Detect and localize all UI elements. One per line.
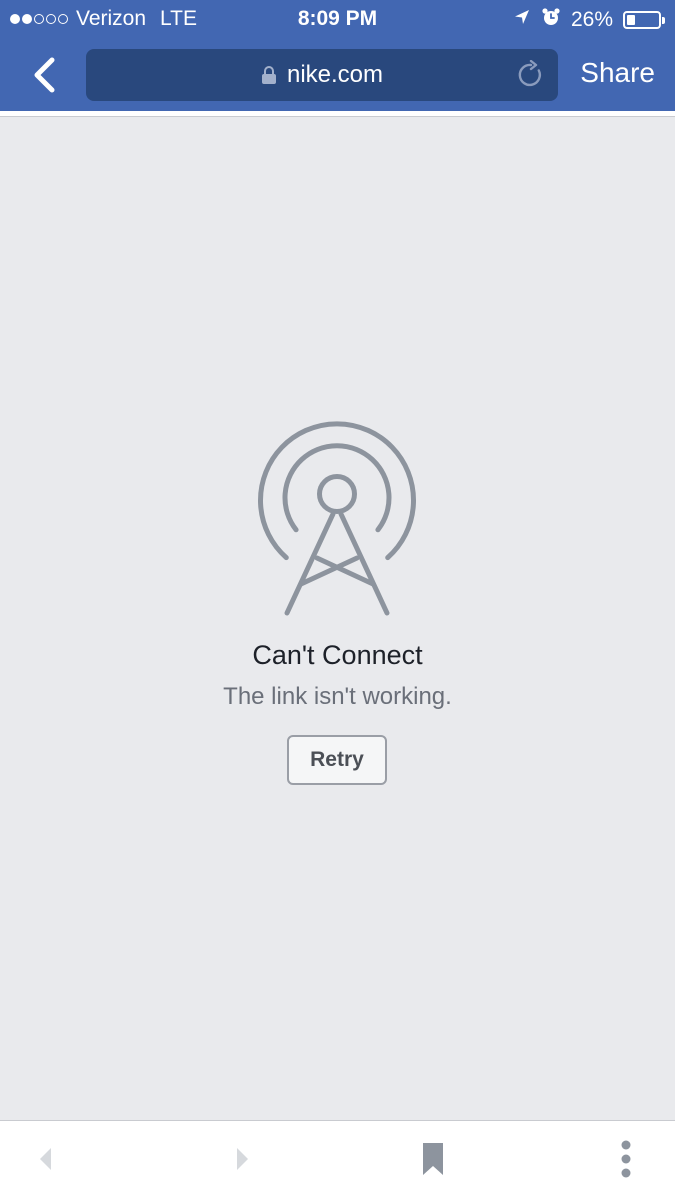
battery-cap	[662, 16, 665, 24]
more-options-icon[interactable]	[606, 1139, 646, 1179]
retry-button[interactable]: Retry	[287, 735, 387, 785]
url-field[interactable]: nike.com	[86, 49, 558, 101]
share-button[interactable]: Share	[580, 57, 655, 89]
navigation-bar: nike.com Share	[0, 38, 675, 111]
battery-icon	[623, 11, 665, 29]
back-arrow-icon[interactable]	[26, 1139, 66, 1179]
reload-icon[interactable]	[516, 59, 546, 90]
error-message: The link isn't working.	[223, 683, 452, 710]
error-title: Can't Connect	[252, 640, 423, 670]
forward-arrow-icon[interactable]	[222, 1139, 262, 1179]
battery-percent: 26%	[570, 8, 613, 31]
location-arrow-icon	[513, 8, 531, 32]
broadcast-tower-icon	[258, 421, 416, 616]
status-bar: Verizon LTE 8:09 PM 26%	[0, 0, 675, 38]
chevron-left-icon	[34, 57, 55, 93]
lock-icon	[261, 66, 276, 84]
battery-body	[623, 11, 661, 29]
bottom-toolbar	[0, 1120, 675, 1200]
battery-fill	[627, 15, 635, 25]
alarm-clock-icon	[541, 7, 561, 33]
url-text: nike.com	[286, 61, 384, 88]
nav-divider	[0, 111, 675, 117]
bookmark-icon[interactable]	[413, 1139, 453, 1179]
status-right: 26%	[513, 7, 665, 33]
back-button[interactable]	[22, 52, 68, 98]
url-display: nike.com	[86, 49, 558, 101]
